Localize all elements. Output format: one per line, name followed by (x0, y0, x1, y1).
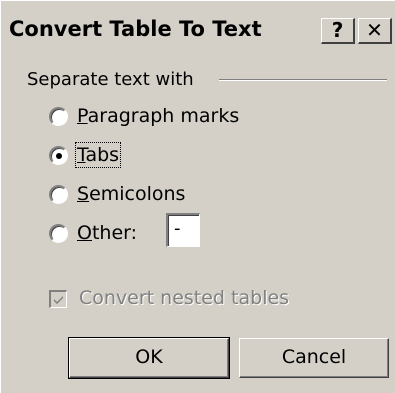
convert-table-dialog: Convert Table To Text ? ✕ Separate text … (0, 0, 395, 393)
option-label: Paragraph marks (77, 105, 240, 127)
option-label: Other: (77, 222, 138, 244)
separator-group-label: Separate text with (27, 69, 194, 90)
option-label: Tabs (74, 142, 122, 168)
radio-semicolons[interactable] (49, 185, 68, 204)
group-divider (219, 79, 387, 81)
other-separator-input[interactable]: - (166, 213, 200, 247)
dialog-title: Convert Table To Text (9, 17, 262, 41)
ok-button[interactable]: OK (68, 337, 230, 379)
convert-nested-checkbox[interactable] (49, 290, 67, 308)
radio-paragraph-marks[interactable] (49, 107, 68, 126)
close-button[interactable]: ✕ (358, 18, 392, 44)
convert-nested-label: Convert nested tables (79, 287, 290, 309)
help-button[interactable]: ? (321, 18, 355, 44)
close-icon: ✕ (366, 18, 383, 42)
radio-tabs[interactable] (49, 146, 68, 165)
title-bar[interactable]: Convert Table To Text ? ✕ (1, 1, 395, 59)
checkmark-icon (54, 296, 63, 304)
cancel-button[interactable]: Cancel (239, 338, 389, 378)
radio-other[interactable] (49, 224, 68, 243)
option-label: Semicolons (77, 183, 186, 205)
